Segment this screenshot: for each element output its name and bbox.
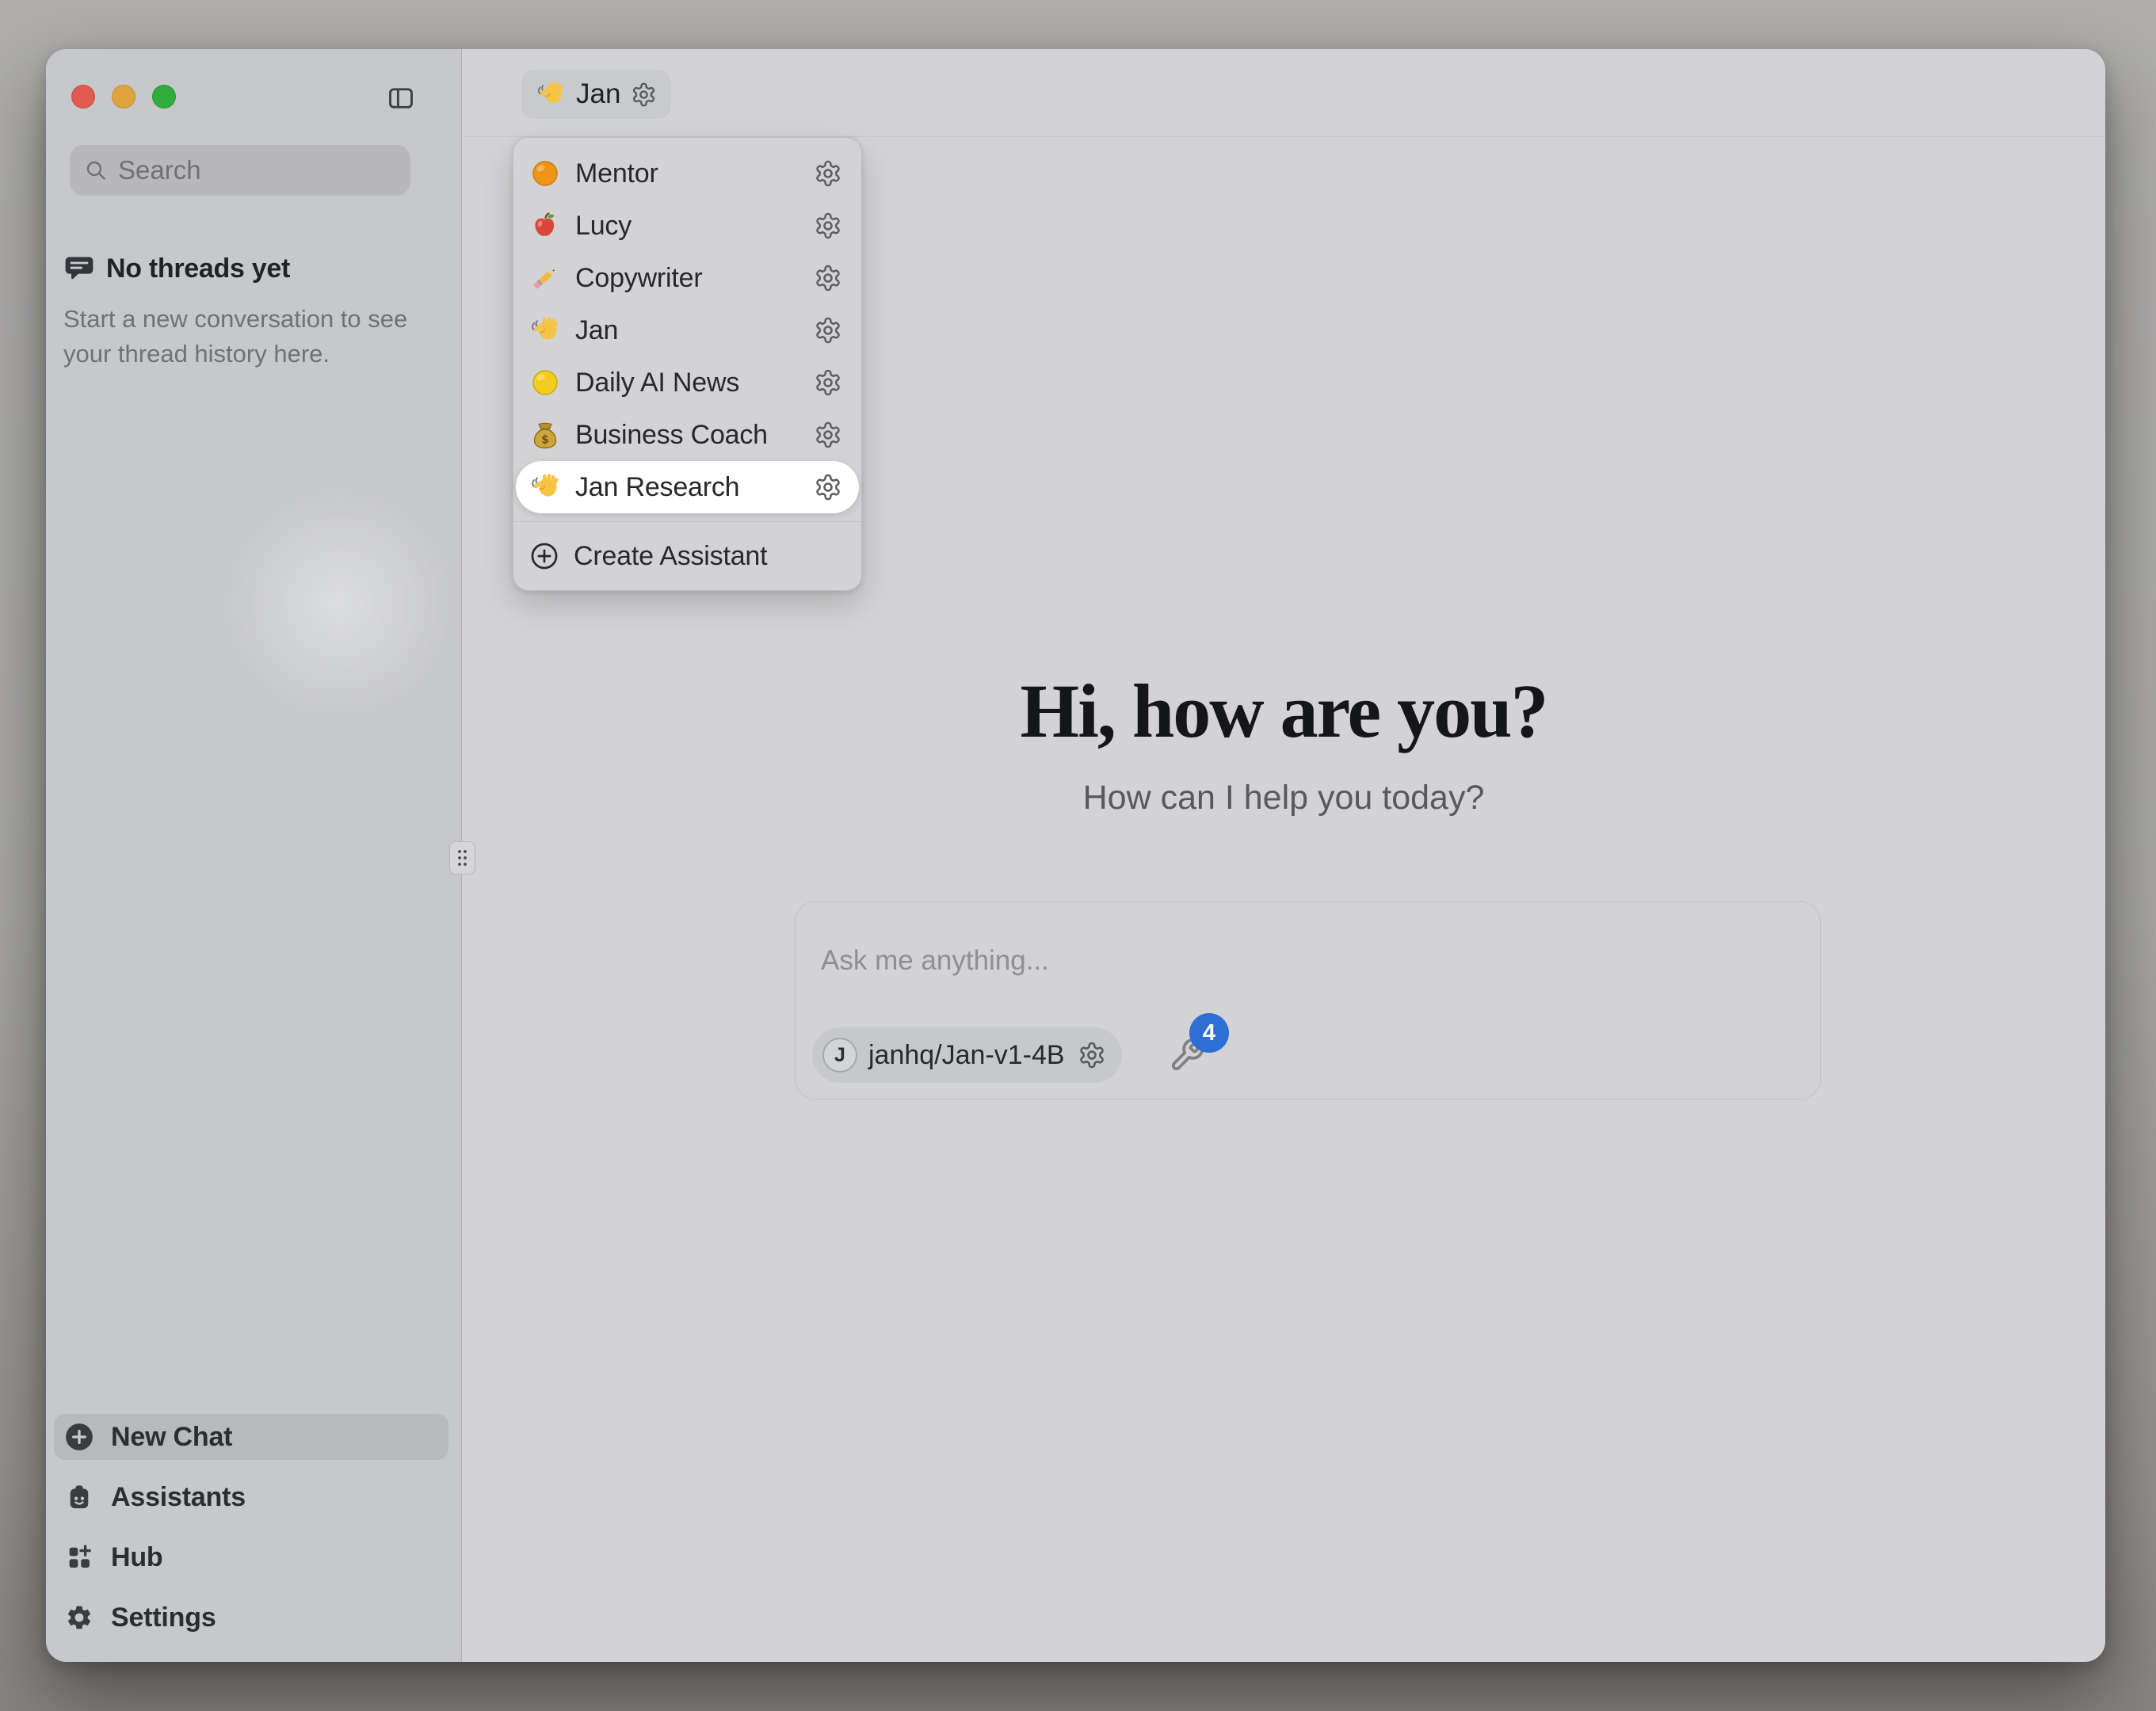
pencil-emoji [529,262,561,294]
empty-state: No threads yet Start a new conversation … [63,253,428,372]
assistant-menu-item-label: Mentor [575,158,799,189]
sidebar-item-hub[interactable]: Hub [54,1534,448,1580]
yellow-circle-emoji [529,367,561,398]
gear-icon[interactable] [1078,1041,1106,1069]
composer-placeholder: Ask me anything... [821,945,1049,977]
greeting-subtitle: How can I help you today? [462,779,2105,817]
search-icon [84,158,108,182]
svg-text:$: $ [541,434,549,447]
model-name: janhq/Jan-v1-4B [868,1040,1065,1071]
gear-icon[interactable] [814,264,842,292]
assistant-menu-item-daily-ai-news[interactable]: Daily AI News [513,356,861,409]
gear-icon[interactable] [814,368,842,397]
assistant-menu-item-label: Jan [575,315,799,346]
empty-state-title: No threads yet [106,253,290,284]
assistant-menu-item-jan-research[interactable]: Jan Research [516,461,859,513]
model-avatar: J [822,1038,857,1073]
waving-hand-emoji [529,314,561,346]
waving-hand-emoji [536,79,566,109]
close-button[interactable] [71,85,95,109]
gear-icon[interactable] [631,82,657,108]
assistant-chip-label: Jan [576,78,620,110]
sidebar-resize-handle[interactable] [449,841,475,875]
gear-icon[interactable] [814,473,842,501]
assistant-menu-item-label: Lucy [575,211,799,242]
assistant-menu-item-label: Jan Research [575,472,799,503]
sidebar-nav: New Chat Assistants Hub Settings [54,1414,448,1641]
gear-icon[interactable] [814,159,842,188]
assistant-dropdown-menu: Mentor Lucy Copywriter Jan Daily AI News $ Bus… [513,137,862,591]
sidebar-toggle-icon[interactable] [387,84,415,112]
assistants-icon [65,1483,93,1511]
empty-state-text: Start a new conversation to see your thr… [63,302,428,372]
plus-circle-outline-icon [529,541,559,571]
plus-circle-filled-icon [65,1423,93,1451]
zoom-button[interactable] [152,85,176,109]
create-assistant-button[interactable]: Create Assistant [513,530,861,582]
app-window: Search No threads yet Start a new conver… [46,49,2105,1662]
sidebar-glow [181,445,498,762]
orange-circle-emoji [529,158,561,189]
red-apple-emoji [529,210,561,242]
sidebar: Search No threads yet Start a new conver… [46,49,462,1662]
sidebar-item-new-chat[interactable]: New Chat [54,1414,448,1460]
sidebar-item-label: Assistants [111,1482,246,1513]
sidebar-item-assistants[interactable]: Assistants [54,1474,448,1520]
gear-icon[interactable] [814,316,842,345]
assistant-selector-chip[interactable]: Jan [521,70,671,119]
desktop-background: Search No threads yet Start a new conver… [0,0,2156,1711]
create-assistant-label: Create Assistant [574,541,842,572]
sidebar-item-label: New Chat [111,1422,232,1453]
greeting: Hi, how are you? How can I help you toda… [462,667,2105,817]
search-input[interactable]: Search [70,145,410,196]
sidebar-item-label: Hub [111,1542,163,1573]
hub-icon [65,1543,93,1572]
model-selector-chip[interactable]: J janhq/Jan-v1-4B [812,1027,1122,1083]
settings-filled-icon [65,1603,93,1632]
search-placeholder: Search [118,155,201,185]
assistant-menu-item-lucy[interactable]: Lucy [513,200,861,252]
waving-hand-emoji [529,471,561,503]
money-bag-emoji: $ [529,419,561,451]
thread-bubble-icon [63,255,95,284]
assistant-menu-item-mentor[interactable]: Mentor [513,147,861,200]
window-controls [71,85,176,109]
menu-separator [513,521,861,522]
assistant-menu-item-label: Daily AI News [575,368,799,398]
gear-icon[interactable] [814,211,842,240]
sidebar-item-settings[interactable]: Settings [54,1595,448,1641]
assistant-menu-item-label: Copywriter [575,263,799,294]
sidebar-item-label: Settings [111,1602,216,1633]
assistant-menu-item-business-coach[interactable]: $ Business Coach [513,409,861,461]
minimize-button[interactable] [112,85,135,109]
assistant-menu-item-label: Business Coach [575,420,799,451]
assistant-menu-item-copywriter[interactable]: Copywriter [513,252,861,304]
tools-count-badge[interactable]: 4 [1189,1013,1229,1053]
assistant-menu-item-jan[interactable]: Jan [513,304,861,356]
composer-input[interactable]: Ask me anything... J janhq/Jan-v1-4B 4 [795,901,1821,1099]
greeting-title: Hi, how are you? [462,667,2105,755]
gear-icon[interactable] [814,421,842,449]
